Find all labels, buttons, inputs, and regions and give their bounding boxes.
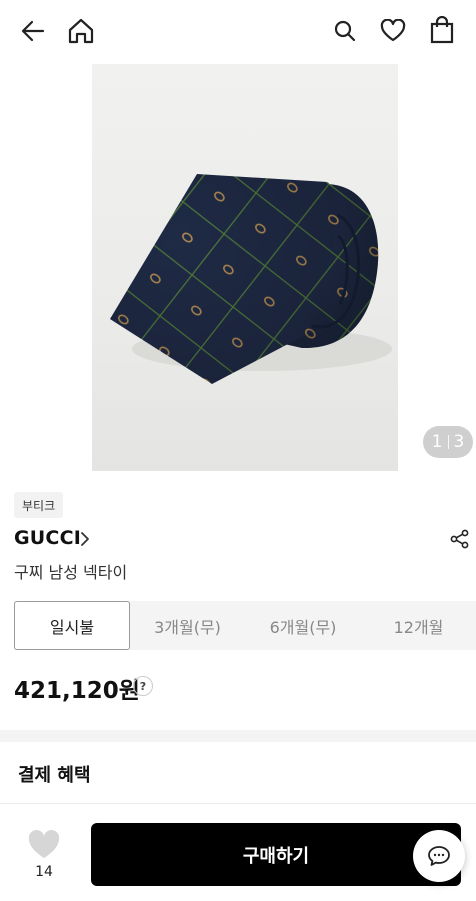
like-heart-icon[interactable] xyxy=(27,830,61,860)
installment-tabs: 일시불 3개월(무) 6개월(무) 12개월 xyxy=(14,601,476,650)
tab-3-months[interactable]: 3개월(무) xyxy=(130,601,245,650)
product-image[interactable] xyxy=(92,64,398,471)
chat-button[interactable] xyxy=(413,830,465,882)
boutique-badge: 부티크 xyxy=(14,492,64,518)
shopping-bag-icon[interactable] xyxy=(429,16,455,44)
tab-6-months[interactable]: 6개월(무) xyxy=(245,601,361,650)
tab-lump-sum[interactable]: 일시불 xyxy=(14,601,130,650)
payment-benefits-title[interactable]: 결제 혜택 xyxy=(18,761,91,787)
price-help-button[interactable]: ? xyxy=(133,676,153,696)
image-counter-total: 3 xyxy=(453,432,465,452)
back-arrow-icon[interactable] xyxy=(20,18,46,44)
search-icon[interactable] xyxy=(333,19,357,43)
price: 421,120원 xyxy=(14,678,140,704)
necktie-illustration xyxy=(110,174,392,384)
chat-bubble-icon xyxy=(427,845,451,867)
image-counter: 1 3 xyxy=(423,426,473,458)
heart-icon[interactable] xyxy=(380,19,406,43)
tab-12-months[interactable]: 12개월 xyxy=(361,601,476,650)
buy-button[interactable]: 구매하기 xyxy=(91,823,461,886)
home-icon[interactable] xyxy=(67,17,95,45)
chevron-right-icon[interactable] xyxy=(80,531,90,547)
brand-name[interactable]: GUCCI xyxy=(14,527,81,549)
image-counter-divider xyxy=(447,435,449,449)
like-count: 14 xyxy=(35,864,53,880)
section-divider xyxy=(0,730,476,742)
share-icon[interactable] xyxy=(450,529,470,549)
image-counter-current: 1 xyxy=(431,432,443,452)
product-name: 구찌 남성 넥타이 xyxy=(14,563,128,582)
top-bar xyxy=(0,0,476,62)
